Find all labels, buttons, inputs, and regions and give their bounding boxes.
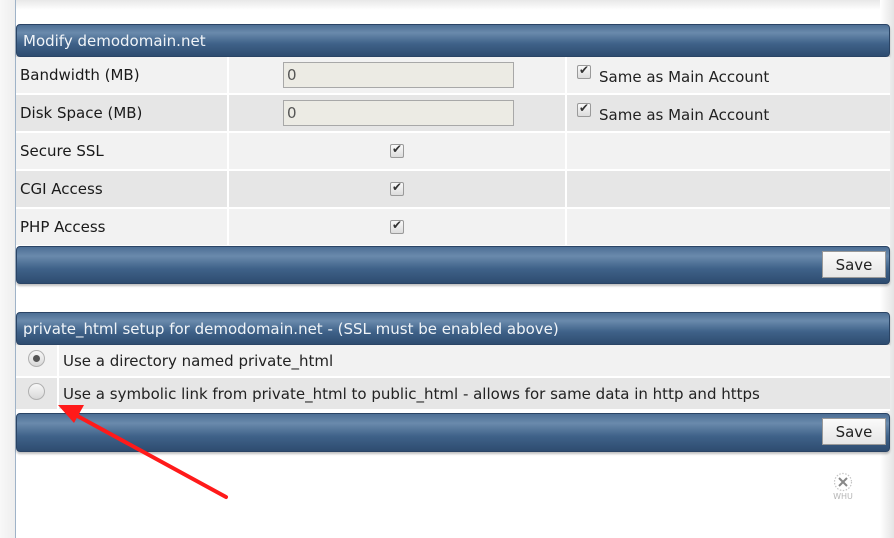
table-row-cgi-access: CGI Access — [16, 170, 890, 209]
table-row-secure-ssl: Secure SSL — [16, 132, 890, 171]
private-html-panel-header: private_html setup for demodomain.net - … — [16, 312, 890, 345]
disk-space-same-as-main-checkbox[interactable] — [577, 101, 591, 117]
modify-panel-header: Modify demodomain.net — [16, 24, 890, 57]
symbolic-link-option-label[interactable]: Use a symbolic link from private_html to… — [58, 377, 890, 411]
private-html-panel-footer: Save — [16, 413, 890, 452]
bandwidth-same-as-main-label: Same as Main Account — [599, 68, 770, 86]
directory-radio[interactable] — [28, 350, 45, 367]
disk-space-label: Disk Space (MB) — [16, 94, 229, 133]
disk-space-input[interactable]: 0 — [283, 100, 514, 126]
modify-save-button[interactable]: Save — [822, 251, 886, 278]
whu-logo-icon — [833, 472, 853, 492]
private-html-panel-title: private_html setup for demodomain.net - … — [23, 320, 559, 338]
bandwidth-label: Bandwidth (MB) — [16, 57, 229, 95]
bandwidth-same-as-main[interactable]: Same as Main Account — [571, 63, 886, 86]
private-html-option-directory: Use a directory named private_html — [16, 345, 890, 378]
private-html-save-button[interactable]: Save — [822, 418, 886, 445]
php-access-checkbox[interactable] — [390, 218, 404, 234]
whu-logo: WHU — [831, 472, 855, 501]
private-html-option-symlink: Use a symbolic link from private_html to… — [16, 377, 890, 411]
disk-space-same-as-main-label: Same as Main Account — [599, 106, 770, 124]
disk-space-same-as-main[interactable]: Same as Main Account — [571, 101, 886, 124]
table-row-php-access: PHP Access — [16, 208, 890, 247]
top-page-shadow — [16, 0, 880, 10]
cgi-access-label: CGI Access — [16, 170, 229, 209]
modify-settings-table: Bandwidth (MB) 0 Same as Main Account Di… — [16, 57, 890, 247]
symbolic-link-radio[interactable] — [28, 383, 45, 400]
table-row-disk-space: Disk Space (MB) 0 Same as Main Account — [16, 94, 890, 133]
secure-ssl-checkbox[interactable] — [390, 142, 404, 158]
private-html-options-table: Use a directory named private_html Use a… — [16, 345, 890, 411]
table-row-bandwidth: Bandwidth (MB) 0 Same as Main Account — [16, 57, 890, 95]
whu-logo-text: WHU — [833, 492, 853, 501]
bandwidth-same-as-main-checkbox[interactable] — [577, 63, 591, 79]
php-access-label: PHP Access — [16, 208, 229, 247]
secure-ssl-label: Secure SSL — [16, 132, 229, 171]
bandwidth-input[interactable]: 0 — [283, 62, 514, 88]
left-page-border — [0, 0, 16, 538]
modify-panel-title: Modify demodomain.net — [23, 32, 206, 50]
cgi-access-checkbox[interactable] — [390, 180, 404, 196]
directory-option-label[interactable]: Use a directory named private_html — [58, 345, 890, 378]
modify-panel-footer: Save — [16, 246, 890, 284]
